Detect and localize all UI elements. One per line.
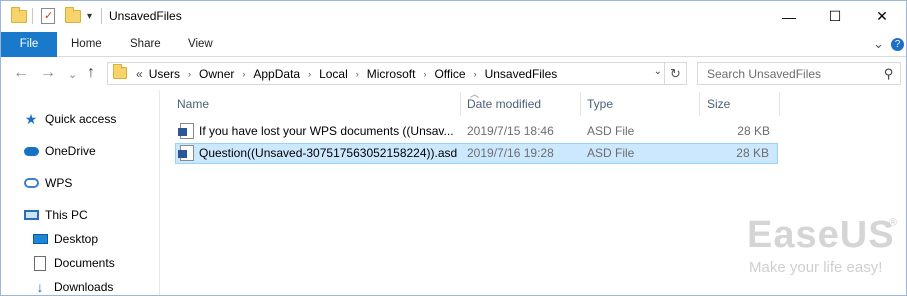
watermark-brand: EaseUS (747, 214, 895, 256)
file-name: Question((Unsaved-307517563052158224)).a… (199, 146, 458, 160)
separator (32, 7, 33, 25)
breadcrumb: « Users › Owner › AppData › Local › Micr… (136, 63, 560, 84)
title-bar: ✓ ▾ UnsavedFiles — ☐ ✕ (1, 1, 906, 32)
breadcrumb-unsavedfiles[interactable]: UnsavedFiles (485, 67, 558, 81)
search-box[interactable]: ⚲ (697, 62, 901, 85)
column-divider[interactable] (779, 92, 780, 116)
minimize-button[interactable]: — (766, 1, 812, 32)
refresh-button[interactable]: ↻ (664, 63, 686, 84)
customize-toolbar-chevron-icon[interactable]: ▾ (87, 7, 92, 25)
watermark-registered-mark: ® (889, 217, 898, 229)
nav-item-wps[interactable]: WPS (23, 172, 72, 194)
nav-item-label: Downloads (54, 280, 114, 294)
up-button[interactable]: ↑ (87, 65, 95, 81)
star-icon: ★ (24, 110, 38, 127)
nav-item-this-pc[interactable]: This PC (23, 204, 88, 226)
breadcrumb-separator[interactable]: › (242, 69, 245, 79)
column-divider[interactable] (460, 92, 461, 116)
file-type: ASD File (587, 146, 635, 160)
file-date: 2019/7/16 19:28 (467, 146, 554, 160)
ribbon-tabs: File Home Share View ⌄ ? (1, 32, 906, 57)
nav-item-downloads[interactable]: ↓ Downloads (32, 276, 114, 295)
wps-document-icon (178, 145, 194, 161)
explorer-window: ✓ ▾ UnsavedFiles — ☐ ✕ File Home Share V… (0, 0, 907, 296)
desktop-icon (32, 231, 48, 247)
file-size: 28 KB (737, 124, 770, 138)
separator (101, 7, 102, 25)
file-row[interactable]: If you have lost your WPS documents ((Un… (175, 121, 778, 142)
nav-item-label: This PC (45, 208, 88, 222)
column-type[interactable]: Type (587, 97, 613, 111)
onedrive-cloud-icon (23, 143, 39, 159)
breadcrumb-separator[interactable]: › (423, 69, 426, 79)
maximize-button[interactable]: ☐ (812, 1, 858, 32)
address-row: ← → ⌄ ↑ « Users › Owner › AppData › Loca… (1, 57, 906, 90)
help-icon[interactable]: ? (891, 38, 904, 51)
file-type: ASD File (587, 124, 635, 138)
documents-icon (32, 255, 48, 271)
back-button[interactable]: ← (13, 65, 29, 81)
window-title: UnsavedFiles (109, 9, 182, 23)
nav-item-label: OneDrive (45, 144, 96, 158)
tab-view[interactable]: View (188, 32, 213, 57)
nav-item-label: Quick access (45, 112, 117, 126)
column-divider[interactable] (580, 92, 581, 116)
nav-item-quick-access[interactable]: ★ Quick access (23, 108, 117, 130)
watermark-tagline: Make your life easy! (749, 259, 883, 276)
forward-button[interactable]: → (40, 65, 56, 81)
file-name: If you have lost your WPS documents ((Un… (199, 124, 454, 138)
nav-item-onedrive[interactable]: OneDrive (23, 140, 96, 162)
pane-divider[interactable] (159, 90, 160, 295)
breadcrumb-microsoft[interactable]: Microsoft (367, 67, 416, 81)
column-name[interactable]: Name (177, 97, 209, 111)
nav-item-documents[interactable]: Documents (32, 252, 115, 274)
recent-locations-chevron-icon[interactable]: ⌄ (68, 67, 77, 83)
breadcrumb-separator[interactable]: › (474, 69, 477, 79)
breadcrumb-appdata[interactable]: AppData (253, 67, 300, 81)
nav-item-label: WPS (45, 176, 73, 190)
breadcrumb-separator[interactable]: › (188, 69, 191, 79)
easeus-watermark: EaseUS ® Make your life easy! (747, 215, 897, 285)
computer-icon (23, 207, 39, 223)
folder-icon (113, 64, 127, 79)
breadcrumb-separator[interactable]: › (308, 69, 311, 79)
column-date-modified[interactable]: Date modified (467, 97, 541, 111)
column-header-row: ︿ Name Date modified Type Size (160, 90, 906, 116)
new-folder-icon[interactable] (65, 6, 81, 25)
address-history-chevron-icon[interactable]: ⌄ (654, 66, 662, 77)
wps-cloud-icon (23, 175, 39, 191)
search-icon[interactable]: ⚲ (884, 66, 894, 82)
column-size[interactable]: Size (707, 97, 730, 111)
breadcrumb-users[interactable]: Users (149, 67, 180, 81)
downloads-icon: ↓ (36, 279, 44, 295)
column-divider[interactable] (699, 92, 700, 116)
navigation-pane: ★ Quick access OneDrive WPS This PC Desk… (1, 90, 159, 295)
expand-ribbon-chevron-icon[interactable]: ⌄ (873, 36, 884, 52)
nav-item-desktop[interactable]: Desktop (32, 228, 98, 250)
tab-file[interactable]: File (1, 32, 57, 57)
tab-home[interactable]: Home (71, 32, 102, 57)
quick-access-folder-icon[interactable] (11, 6, 27, 25)
tab-share[interactable]: Share (130, 32, 161, 57)
breadcrumb-owner[interactable]: Owner (199, 67, 234, 81)
wps-document-icon (178, 123, 194, 139)
nav-item-label: Desktop (54, 232, 99, 246)
breadcrumb-local[interactable]: Local (319, 67, 348, 81)
address-bar[interactable]: « Users › Owner › AppData › Local › Micr… (107, 62, 687, 85)
close-button[interactable]: ✕ (859, 1, 905, 32)
nav-item-label: Documents (54, 256, 115, 270)
properties-icon[interactable]: ✓ (41, 7, 55, 25)
breadcrumb-office[interactable]: Office (434, 67, 465, 81)
file-date: 2019/7/15 18:46 (467, 124, 554, 138)
file-row-selected[interactable]: Question((Unsaved-307517563052158224)).a… (175, 143, 778, 164)
search-input[interactable] (707, 66, 875, 82)
breadcrumb-separator[interactable]: › (356, 69, 359, 79)
breadcrumb-overflow[interactable]: « (136, 67, 143, 81)
file-size: 28 KB (736, 146, 769, 160)
